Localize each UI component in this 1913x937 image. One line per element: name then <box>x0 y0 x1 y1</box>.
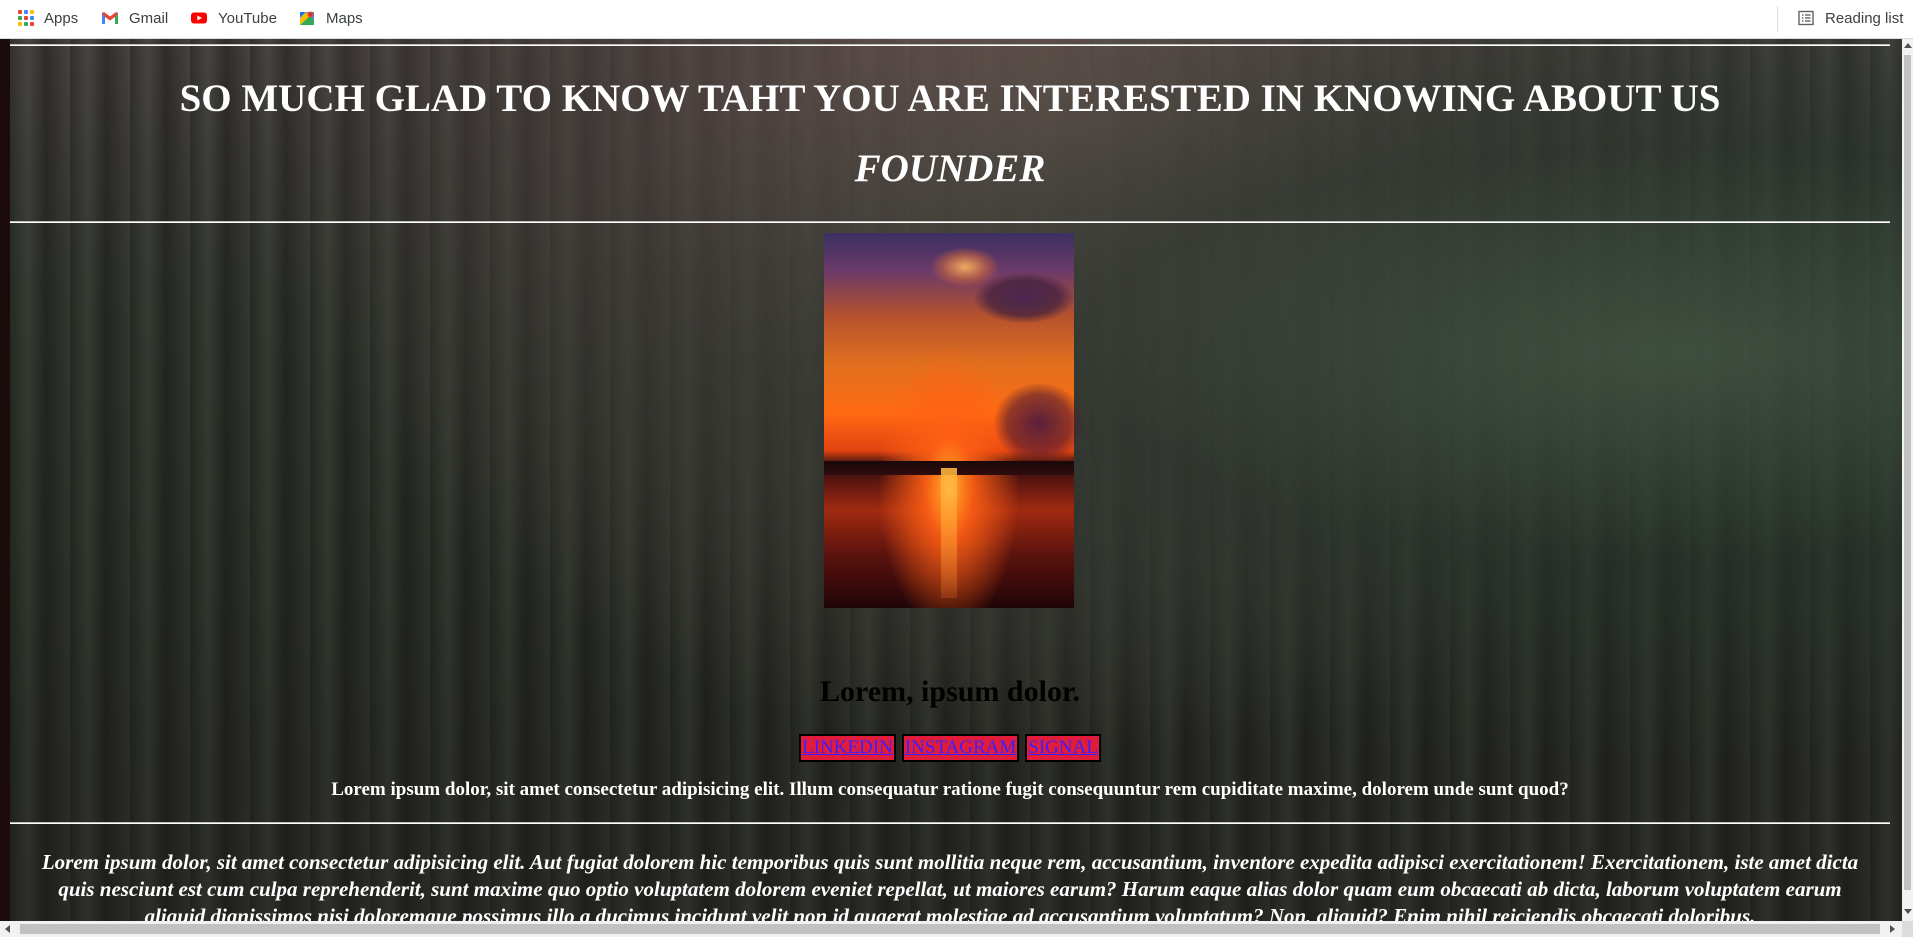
about-description: Lorem ipsum dolor, sit amet consectetur … <box>41 850 1859 928</box>
apps-grid-icon <box>18 10 34 26</box>
photo-sun-reflection <box>941 468 957 598</box>
linkedin-link[interactable]: LINKEDIN <box>799 734 896 762</box>
horizontal-scroll-thumb[interactable] <box>20 924 1880 934</box>
bookmark-gmail[interactable]: Gmail <box>101 8 168 28</box>
youtube-icon <box>191 12 207 24</box>
reading-list-label: Reading list <box>1825 9 1904 27</box>
bookmark-youtube[interactable]: YouTube <box>190 8 277 28</box>
photo-cloud <box>994 383 1084 463</box>
bookmark-label: Maps <box>326 9 363 27</box>
scroll-left-arrow-icon[interactable] <box>5 925 10 933</box>
section-divider <box>10 221 1890 223</box>
bookmarks-bar: Apps Gmail YouTube Maps Reading list <box>0 0 1913 39</box>
scroll-right-arrow-icon[interactable] <box>1890 925 1895 933</box>
founder-bio: Lorem ipsum dolor, sit amet consectetur … <box>331 779 1569 800</box>
bookmark-label: YouTube <box>218 9 277 27</box>
signal-link[interactable]: SIGNAL <box>1025 734 1101 762</box>
gmail-icon <box>102 12 118 24</box>
scroll-up-arrow-icon[interactable] <box>1904 43 1912 48</box>
photo-cloud <box>974 273 1074 323</box>
social-links: LINKEDIN INSTAGRAM SIGNAL <box>10 734 1890 762</box>
vertical-scroll-thumb[interactable] <box>1904 55 1911 890</box>
top-divider <box>10 44 1890 46</box>
bookmark-apps[interactable]: Apps <box>18 8 78 28</box>
founder-photo <box>824 233 1084 608</box>
maps-icon <box>300 11 314 25</box>
founder-name: Lorem, ipsum dolor. <box>819 675 1081 708</box>
page-edge <box>0 39 10 937</box>
section-title: FOUNDER <box>854 147 1046 190</box>
reading-list-icon <box>1798 10 1814 26</box>
page-viewport: SO MUCH GLAD TO KNOW TAHT YOU ARE INTERE… <box>0 39 1913 937</box>
page-headline: SO MUCH GLAD TO KNOW TAHT YOU ARE INTERE… <box>179 77 1721 120</box>
reading-list-button[interactable]: Reading list <box>1797 8 1903 28</box>
scrollbar-corner <box>1902 921 1913 937</box>
instagram-link[interactable]: INSTAGRAM <box>901 734 1020 762</box>
bookmark-label: Gmail <box>129 9 169 27</box>
vertical-scrollbar[interactable] <box>1902 39 1913 921</box>
bookmark-maps[interactable]: Maps <box>298 8 363 28</box>
horizontal-scrollbar[interactable] <box>0 921 1902 937</box>
scroll-down-arrow-icon[interactable] <box>1904 909 1912 914</box>
bookmarks-divider <box>1777 6 1778 32</box>
bookmark-label: Apps <box>44 9 79 27</box>
bio-divider <box>10 822 1890 824</box>
